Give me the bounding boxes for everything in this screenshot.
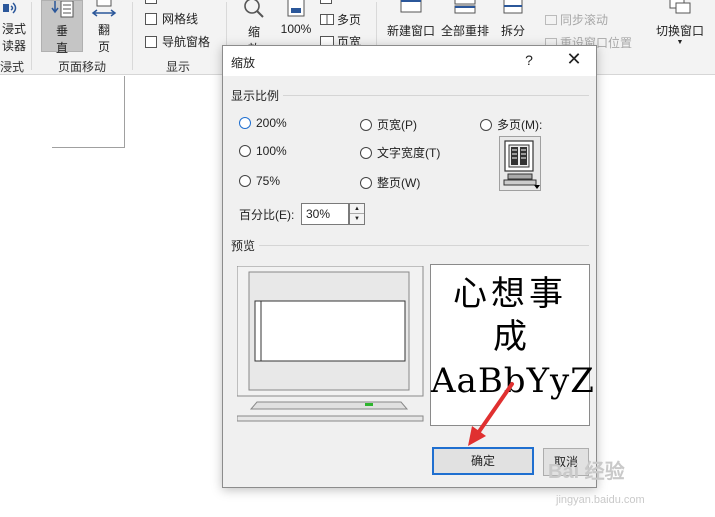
nav-pane-checkbox-box[interactable]	[145, 35, 157, 48]
radio-100[interactable]: 100%	[239, 144, 287, 158]
dialog-title: 缩放	[231, 56, 256, 70]
sync-scroll-label: 同步滚动	[560, 13, 609, 27]
many-pages-picker-button[interactable]	[499, 136, 541, 191]
new-window-label: 新建窗口	[386, 24, 435, 38]
percent-spinner[interactable]: ▲ ▼	[349, 203, 365, 225]
magnifier-icon	[244, 0, 264, 18]
ok-button[interactable]: 确定	[432, 447, 534, 475]
radio-200[interactable]: 200%	[239, 116, 287, 130]
flip-page-button[interactable]: 翻 页	[88, 0, 120, 55]
speaker-icon	[3, 2, 17, 14]
reading-group-label: 浸式	[0, 60, 25, 74]
radio-whole-page-label: 整页(W)	[377, 176, 421, 190]
preview-section-label: 预览	[231, 237, 260, 254]
vertical-scroll-icon	[51, 1, 74, 18]
monitor-pages-icon	[503, 140, 540, 189]
preview-monitor-icon	[237, 266, 424, 422]
gridlines-checkbox[interactable]: 网格线	[145, 10, 198, 27]
new-window-button[interactable]: 新建窗口	[386, 0, 436, 39]
sync-scroll-button[interactable]: 同步滚动	[545, 11, 608, 28]
switch-window-button[interactable]: 切换窗口 ▼	[652, 0, 708, 46]
ribbon-separator	[31, 2, 32, 70]
gridlines-checkbox-box[interactable]	[145, 12, 157, 25]
radio-200-dot[interactable]	[239, 117, 251, 129]
radio-75[interactable]: 75%	[239, 174, 280, 188]
arrange-all-icon	[454, 0, 476, 14]
split-label: 拆分	[500, 24, 525, 38]
reading-mode-label-1: 浸式	[1, 22, 26, 36]
switch-window-label: 切换窗口	[655, 24, 704, 38]
zoom-label-1: 缩	[247, 25, 260, 39]
chevron-down-icon: ▼	[676, 39, 684, 46]
radio-75-dot[interactable]	[239, 175, 251, 187]
vertical-label-1: 垂	[55, 24, 68, 38]
ribbon-separator	[132, 2, 133, 70]
radio-page-width-label: 页宽(P)	[377, 118, 417, 132]
zoom-dialog: 缩放 ? ✕ 显示比例 200% 100% 75% 页宽(P) 文字宽度(T) …	[222, 45, 597, 488]
nav-pane-label: 导航窗格	[162, 35, 211, 49]
zoom-100-label: 100%	[280, 22, 312, 36]
nav-pane-checkbox[interactable]: 导航窗格	[145, 33, 210, 50]
spin-up-icon[interactable]: ▲	[350, 204, 364, 214]
ruler-checkbox-box[interactable]	[145, 0, 157, 4]
preview-line-2: 成	[493, 317, 527, 357]
dialog-titlebar[interactable]: 缩放 ? ✕	[223, 46, 596, 76]
page-move-group-label: 页面移动	[58, 60, 107, 74]
spin-down-icon[interactable]: ▼	[350, 214, 364, 224]
preview-line-1: 心想事	[453, 274, 567, 314]
flip-page-icon	[91, 0, 117, 17]
radio-many-pages-dot[interactable]	[480, 118, 492, 131]
percent-input[interactable]: 30%	[301, 203, 349, 225]
radio-100-dot[interactable]	[239, 145, 251, 157]
help-button[interactable]: ?	[521, 52, 537, 68]
split-button[interactable]: 拆分	[497, 0, 529, 39]
close-button[interactable]: ✕	[563, 49, 585, 70]
multi-page-label: 多页	[337, 13, 362, 27]
show-group-label: 显示	[166, 60, 191, 74]
zoom-100-button[interactable]: 100%	[278, 0, 314, 36]
one-page-icon	[320, 0, 332, 4]
percent-label: 百分比(E):	[239, 208, 295, 222]
multi-page-button[interactable]: 多页	[320, 11, 361, 28]
radio-text-width-label: 文字宽度(T)	[377, 146, 441, 160]
vertical-button[interactable]: 垂 直	[41, 0, 83, 55]
flip-label-2: 页	[97, 40, 110, 54]
new-window-icon	[400, 0, 422, 13]
radio-75-label: 75%	[256, 174, 281, 188]
radio-page-width[interactable]: 页宽(P)	[360, 116, 417, 133]
watermark-brand: Bai 经验	[548, 461, 625, 483]
radio-text-width-dot[interactable]	[360, 146, 372, 159]
gridlines-label: 网格线	[162, 12, 199, 26]
radio-whole-page-dot[interactable]	[360, 176, 372, 189]
watermark-url: jingyan.baidu.com	[556, 494, 645, 506]
ruler-checkbox[interactable]	[145, 0, 157, 4]
zoom-100-icon	[287, 0, 305, 17]
multi-page-icon	[320, 14, 334, 25]
flip-label-1: 翻	[97, 23, 110, 37]
zoom-section-label: 显示比例	[231, 87, 284, 104]
switch-window-icon	[669, 0, 691, 14]
arrange-all-label: 全部重排	[440, 24, 489, 38]
vertical-label-2: 直	[55, 41, 68, 55]
zoom-section-divider	[231, 95, 589, 96]
radio-page-width-dot[interactable]	[360, 118, 372, 131]
preview-section-divider	[231, 245, 589, 246]
radio-whole-page[interactable]: 整页(W)	[360, 174, 420, 191]
document-page-area	[52, 76, 125, 148]
radio-100-label: 100%	[256, 144, 287, 158]
reading-mode-button[interactable]: 浸式 读器	[0, 0, 28, 54]
annotation-arrow-icon	[468, 382, 514, 446]
split-window-icon	[503, 0, 523, 14]
reading-mode-label-2: 读器	[1, 39, 26, 53]
radio-200-label: 200%	[256, 116, 287, 130]
radio-many-pages[interactable]: 多页(M):	[480, 116, 542, 133]
one-page-button[interactable]	[320, 0, 332, 4]
radio-many-pages-label: 多页(M):	[497, 118, 543, 132]
radio-text-width[interactable]: 文字宽度(T)	[360, 144, 440, 161]
arrange-all-button[interactable]: 全部重排	[439, 0, 491, 39]
sync-scroll-icon	[545, 14, 557, 25]
